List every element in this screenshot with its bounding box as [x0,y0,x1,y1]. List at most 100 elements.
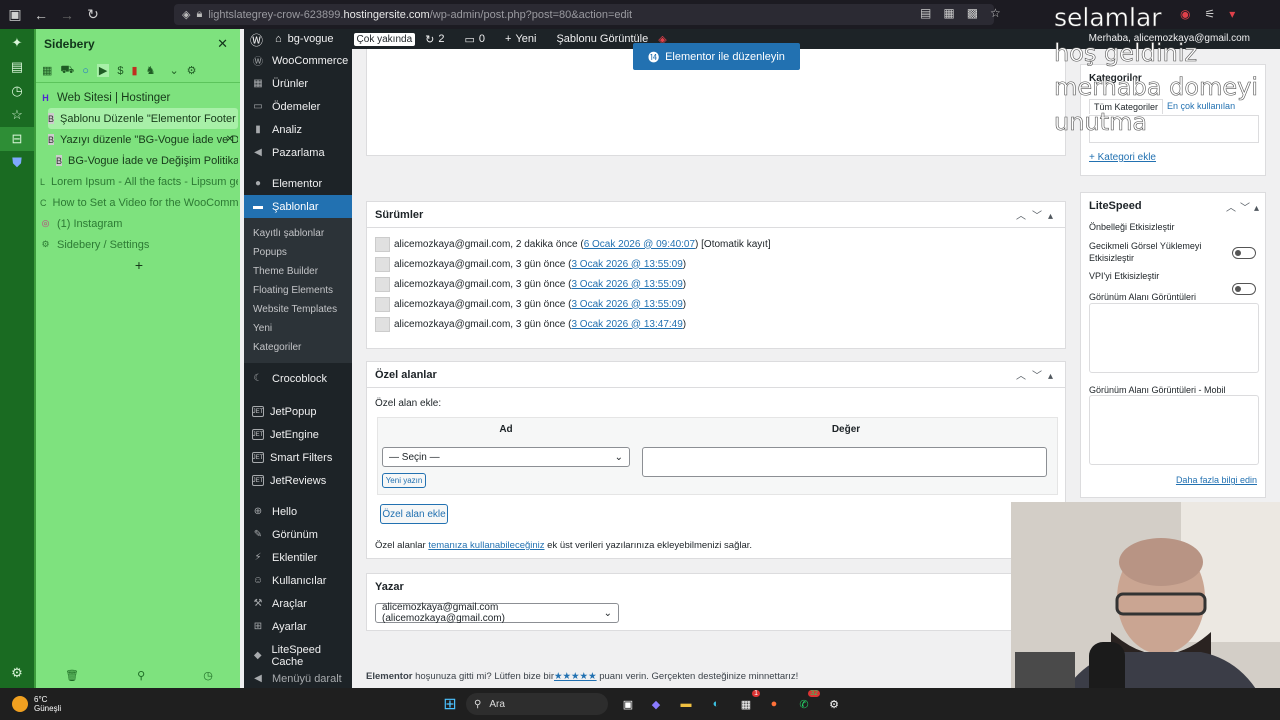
close-icon[interactable]: ✕ [217,36,228,52]
pin-icon[interactable]: ⚲ [137,669,145,682]
inbox-icon[interactable]: ▤ [0,55,34,79]
copilot-icon[interactable]: ◆ [646,694,666,714]
back-icon[interactable]: ← [30,4,52,26]
forward-icon[interactable]: → [56,4,78,26]
menu-analytics[interactable]: ▮ Analiz [244,118,352,141]
author-header[interactable]: Yazar [367,574,1065,600]
menu-woocommerce[interactable]: Ⓦ WooCommerce [244,49,352,72]
revisions-header[interactable]: Sürümler ︿﹀▴ [367,202,1065,228]
reload-icon[interactable]: ↻ [82,4,104,26]
box-controls-icon[interactable]: ︿﹀▴ [1226,199,1265,214]
enter-new-button[interactable]: Yeni yazın [382,473,426,488]
edge-icon[interactable]: ◐ [706,694,726,714]
file-explorer-icon[interactable]: ▬ [676,694,696,714]
book-icon[interactable]: ▮ [132,64,138,77]
tab-popular-categories[interactable]: En çok kullanılan [1163,99,1239,114]
task-view-icon[interactable]: ▣ [618,694,638,714]
custom-fields-header[interactable]: Özel alanlar ︿﹀▴ [367,362,1065,388]
chevron-down-icon[interactable]: ⌄ [169,64,178,77]
submenu-popups[interactable]: Popups [244,243,352,262]
settings-icon[interactable]: ⚙ [187,64,197,77]
revision-link[interactable]: 3 Ocak 2026 @ 13:47:49 [571,319,682,330]
updates-link[interactable]: ↻ 2 [425,33,454,46]
dollar-icon[interactable]: $ [117,65,123,77]
menu-smartfilters[interactable]: JET Smart Filters [244,446,352,469]
star-icon[interactable]: ☆ [990,6,1001,20]
menu-products[interactable]: ▦ Ürünler [244,72,352,95]
custom-field-value-input[interactable] [642,447,1047,477]
trash-icon[interactable]: 🗑︎ [65,669,79,682]
menu-hello[interactable]: ⊕ Hello [244,500,352,523]
menu-users[interactable]: ☺ Kullanıcılar [244,569,352,592]
menu-collapse[interactable]: ◀ Menüyü daralt [244,667,352,690]
disable-lazyload-toggle[interactable] [1232,283,1256,295]
menu-marketing[interactable]: ◀ Pazarlama [244,141,352,164]
add-category-link[interactable]: + Kategori ekle [1089,152,1156,163]
windows-start-icon[interactable]: ⊞ [440,694,460,714]
menu-elementor[interactable]: ● Elementor [244,172,352,195]
menu-jetengine[interactable]: JET JetEngine [244,423,352,446]
panel-icon-1[interactable]: ▦ [42,64,52,77]
sidebery-icon[interactable]: ⊟ [0,127,34,151]
menu-jetreviews[interactable]: JET JetReviews [244,469,352,492]
wordpress-logo-icon[interactable]: Ⓦ [250,30,263,49]
menu-payments[interactable]: ▭ Ödemeler [244,95,352,118]
qr-icon[interactable]: ▩ [967,6,978,20]
gear-icon[interactable]: ⚙ [0,661,34,685]
tab-lorem-ipsum[interactable]: L Lorem Ipsum - All the facts - Lipsum g… [40,171,238,192]
bookmark-star-icon[interactable]: ☆ [0,103,34,127]
close-tab-icon[interactable]: ✕ [226,134,234,145]
revision-link[interactable]: 3 Ocak 2026 @ 13:55:09 [571,299,682,310]
bitwarden-icon[interactable]: ⛊ [0,151,34,175]
comments-link[interactable]: ▭ 0 [464,33,495,46]
menu-appearance[interactable]: ✎ Görünüm [244,523,352,546]
history-icon[interactable]: ◷ [0,79,34,103]
gamepad-icon[interactable]: ♞ [146,64,156,77]
grid-icon[interactable]: ▦ [943,6,954,20]
sparkle-icon[interactable]: ✦ [0,31,34,55]
tab-hostinger[interactable]: H Web Sitesi | Hostinger [40,87,238,108]
revision-link[interactable]: 3 Ocak 2026 @ 13:55:09 [571,259,682,270]
submenu-floating-elements[interactable]: Floating Elements [244,281,352,300]
weather-widget[interactable]: 6°C Güneşli [12,695,61,713]
box-controls-icon[interactable]: ︿﹀▴ [1016,207,1065,222]
litespeed-header[interactable]: LiteSpeed ︿﹀▴ [1081,193,1265,219]
firefox-icon[interactable]: ● [764,694,784,714]
app-icon[interactable]: ⚙ [824,694,844,714]
menu-settings[interactable]: ⊞ Ayarlar [244,615,352,638]
menu-plugins[interactable]: ⚡︎ Eklentiler [244,546,352,569]
url-bar[interactable]: ◈ 🔒︎ lightslategrey-crow-623899. hostinge… [174,4,994,25]
tab-return-policy[interactable]: B BG-Vogue İade ve Değişim Politikası - [56,150,238,171]
new-content-link[interactable]: + Yeni [505,33,546,45]
tab-edit-post[interactable]: B Yazıyı düzenle "BG-Vogue İade ve D ✕ [48,129,238,150]
menu-jetpopup[interactable]: JET JetPopup [244,400,352,423]
viewport-images-mobile-textarea[interactable] [1089,395,1259,465]
box-controls-icon[interactable]: ︿﹀▴ [1016,367,1065,382]
extension-icon[interactable]: ◉ [1180,7,1190,21]
site-name-link[interactable]: ⌂ bg-vogue [275,33,344,45]
author-select[interactable]: alicemozkaya@gmail.com (alicemozkaya@gma… [375,602,619,624]
taskbar-search[interactable]: ⚲ Ara [466,693,608,715]
new-tab-button[interactable]: + [40,257,238,273]
tab-video-woocommerce[interactable]: C How to Set a Video for the WooCommer [40,192,238,213]
revision-link[interactable]: 3 Ocak 2026 @ 13:55:09 [571,279,682,290]
tab-instagram[interactable]: ◎ (1) Instagram [40,213,238,234]
custom-field-select[interactable]: — Seçin — ⌄ [382,447,630,467]
cart-icon[interactable]: ⛟ [60,64,74,78]
settings-icon[interactable]: ⚟ [1204,7,1215,21]
reader-icon[interactable]: ▤ [920,6,931,20]
menu-templates[interactable]: ▬ Şablonlar [244,195,352,218]
circle-icon[interactable]: ○ [82,65,89,77]
submenu-theme-builder[interactable]: Theme Builder [244,262,352,281]
add-custom-field-button[interactable]: Özel alan ekle [380,504,448,524]
disable-cache-toggle[interactable] [1232,247,1256,259]
menu-crocoblock[interactable]: ☾ Crocoblock [244,367,352,390]
menu-tools[interactable]: ⚒ Araçlar [244,592,352,615]
play-icon[interactable]: ▶ [96,64,110,77]
submenu-categories[interactable]: Kategoriler [244,338,352,357]
whatsapp-icon[interactable]: ✆ 32 [794,690,820,714]
submenu-saved-templates[interactable]: Kayıtlı şablonlar [244,224,352,243]
revision-link[interactable]: 6 Ocak 2026 @ 09:40:07 [584,239,695,250]
learn-more-link[interactable]: Daha fazla bilgi edin [1176,475,1257,485]
menu-litespeed[interactable]: ◆ LiteSpeed Cache [244,644,352,668]
